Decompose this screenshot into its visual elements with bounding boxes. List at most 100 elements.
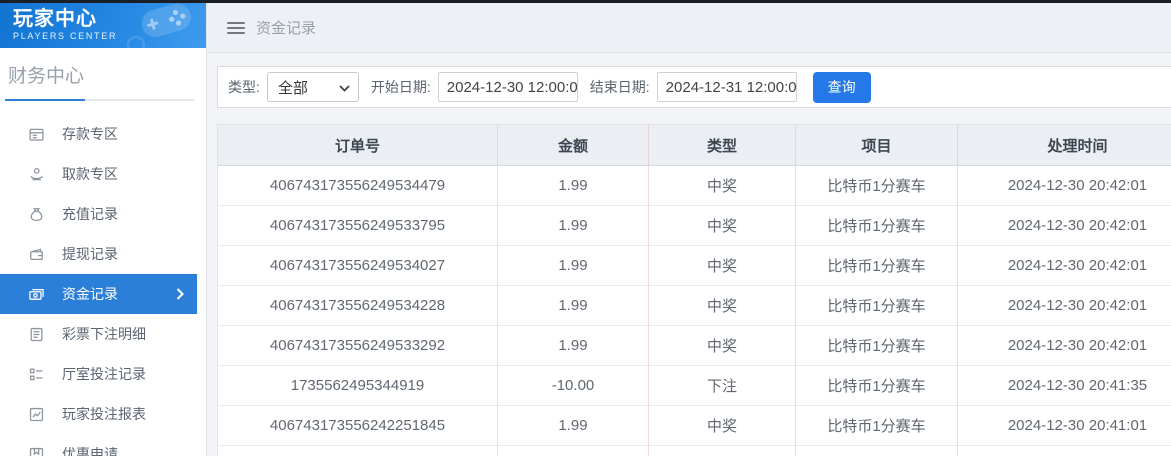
type-select-value: 全部: [278, 77, 308, 98]
table-row: 406743173556249534228 1.99 中奖 比特币1分赛车 20…: [218, 286, 1171, 326]
table-row: 406743173556249534479 1.99 中奖 比特币1分赛车 20…: [218, 166, 1171, 206]
page: 玩家中心 PLAYERS CENTER: [0, 0, 1171, 456]
sidebar-item-player-bet-report[interactable]: 玩家投注报表: [0, 394, 206, 434]
cell-order-no: 1735562495344919: [218, 366, 498, 406]
sidebar-menu: 存款专区 取款专区: [0, 114, 206, 456]
cell-order-no: [218, 446, 498, 456]
sidebar-item-label: 玩家投注报表: [62, 404, 146, 424]
moneybag-icon: [28, 206, 45, 223]
sidebar: 玩家中心 PLAYERS CENTER: [0, 3, 207, 456]
table-row: 406743173556249533292 1.99 中奖 比特币1分赛车 20…: [218, 326, 1171, 366]
sidebar-item-deposit-zone[interactable]: 存款专区: [0, 114, 206, 154]
cell-type: 中奖: [649, 206, 796, 246]
cell-type: [649, 446, 796, 456]
cell-type: 中奖: [649, 326, 796, 366]
table-header-row: 订单号 金额 类型 项目 处理时间: [218, 125, 1171, 166]
sidebar-item-hall-bet-records[interactable]: 厅室投注记录: [0, 354, 206, 394]
cell-amount: 1.99: [498, 406, 649, 446]
cell-project: 比特币1分赛车: [796, 166, 958, 206]
end-date-label: 结束日期:: [590, 77, 650, 97]
brand-header: 玩家中心 PLAYERS CENTER: [0, 3, 206, 48]
cell-type: 中奖: [649, 246, 796, 286]
search-button[interactable]: 查询: [813, 72, 871, 103]
end-date-input[interactable]: [657, 72, 797, 102]
cell-process-time: 2024-12-30 20:41:01: [958, 406, 1171, 446]
sidebar-item-label: 充值记录: [62, 204, 118, 224]
section-title-finance-center: 财务中心: [0, 48, 206, 99]
sidebar-item-label: 厅室投注记录: [62, 364, 146, 384]
sidebar-item-label: 提现记录: [62, 244, 118, 264]
wallet-icon: [28, 246, 45, 263]
cell-amount: 1.99: [498, 166, 649, 206]
cell-amount: 1.99: [498, 246, 649, 286]
hamburger-icon[interactable]: [227, 22, 245, 34]
table-row: 406743173556242251845 1.99 中奖 比特币1分赛车 20…: [218, 406, 1171, 446]
section-divider: [5, 99, 194, 101]
topbar: 资金记录: [207, 3, 1171, 53]
sidebar-item-funds-records[interactable]: 资金记录: [0, 274, 197, 314]
start-date-input[interactable]: [438, 72, 578, 102]
cell-order-no: 406743173556242251845: [218, 406, 498, 446]
cell-order-no: 406743173556249534027: [218, 246, 498, 286]
cell-project: 比特币1分赛车: [796, 406, 958, 446]
cell-order-no: 406743173556249534479: [218, 166, 498, 206]
cell-order-no: 406743173556249533292: [218, 326, 498, 366]
cell-order-no: 406743173556249534228: [218, 286, 498, 326]
cell-project: [796, 446, 958, 456]
main-area: 资金记录 类型: 全部 开始日期: 结束日期: 查询: [207, 3, 1171, 456]
content: 类型: 全部 开始日期: 结束日期: 查询: [207, 53, 1171, 456]
type-label: 类型:: [228, 77, 260, 97]
sidebar-item-label: 彩票下注明细: [62, 324, 146, 344]
cell-process-time: [958, 446, 1171, 456]
records-table: 订单号 金额 类型 项目 处理时间 406743173556249534479 …: [217, 124, 1171, 456]
gamepad-icon: [126, 3, 204, 48]
cell-process-time: 2024-12-30 20:41:35: [958, 366, 1171, 406]
chevron-right-icon: [176, 287, 184, 303]
cell-amount: 1.99: [498, 206, 649, 246]
cell-project: 比特币1分赛车: [796, 206, 958, 246]
cell-process-time: 2024-12-30 20:42:01: [958, 206, 1171, 246]
cell-type: 下注: [649, 366, 796, 406]
sidebar-item-label: 存款专区: [62, 124, 118, 144]
sidebar-item-label: 优惠申请: [62, 444, 118, 456]
document-list-icon: [28, 326, 45, 343]
cell-process-time: 2024-12-30 20:42:01: [958, 326, 1171, 366]
cell-type: 中奖: [649, 406, 796, 446]
sidebar-item-withdrawal-records[interactable]: 提现记录: [0, 234, 206, 274]
col-header-type: 类型: [649, 125, 796, 166]
coupon-icon: [28, 446, 45, 456]
cell-order-no: 406743173556249533795: [218, 206, 498, 246]
col-header-process-time: 处理时间: [958, 125, 1171, 166]
col-header-amount: 金额: [498, 125, 649, 166]
cell-amount: -10.00: [498, 366, 649, 406]
sidebar-item-promo-application[interactable]: 优惠申请: [0, 434, 206, 456]
list-check-icon: [28, 366, 45, 383]
sidebar-item-label: 取款专区: [62, 164, 118, 184]
cell-process-time: 2024-12-30 20:42:01: [958, 166, 1171, 206]
sidebar-item-withdraw-zone[interactable]: 取款专区: [0, 154, 206, 194]
table-row: 406743173556249534027 1.99 中奖 比特币1分赛车 20…: [218, 246, 1171, 286]
chevron-down-icon: [339, 79, 350, 96]
cell-type: 中奖: [649, 286, 796, 326]
cell-process-time: 2024-12-30 20:42:01: [958, 246, 1171, 286]
cell-project: 比特币1分赛车: [796, 326, 958, 366]
withdraw-hand-icon: [28, 166, 45, 183]
table-row: 406743173556249533795 1.99 中奖 比特币1分赛车 20…: [218, 206, 1171, 246]
deposit-card-icon: [28, 126, 45, 143]
cell-amount: 1.99: [498, 326, 649, 366]
cell-project: 比特币1分赛车: [796, 246, 958, 286]
records-table-wrap: 订单号 金额 类型 项目 处理时间 406743173556249534479 …: [217, 124, 1171, 456]
type-select[interactable]: 全部: [267, 72, 359, 102]
cell-project: 比特币1分赛车: [796, 286, 958, 326]
sidebar-item-label: 资金记录: [62, 284, 118, 304]
filter-panel: 类型: 全部 开始日期: 结束日期: 查询: [217, 66, 1171, 108]
col-header-order-no: 订单号: [218, 125, 498, 166]
cell-amount: [498, 446, 649, 456]
table-row: 1735562495344919 -10.00 下注 比特币1分赛车 2024-…: [218, 366, 1171, 406]
chart-report-icon: [28, 406, 45, 423]
sidebar-item-lottery-bet-details[interactable]: 彩票下注明细: [0, 314, 206, 354]
sidebar-item-recharge-records[interactable]: 充值记录: [0, 194, 206, 234]
page-title: 资金记录: [256, 17, 316, 38]
banknotes-icon: [28, 286, 45, 303]
table-row: [218, 446, 1171, 456]
